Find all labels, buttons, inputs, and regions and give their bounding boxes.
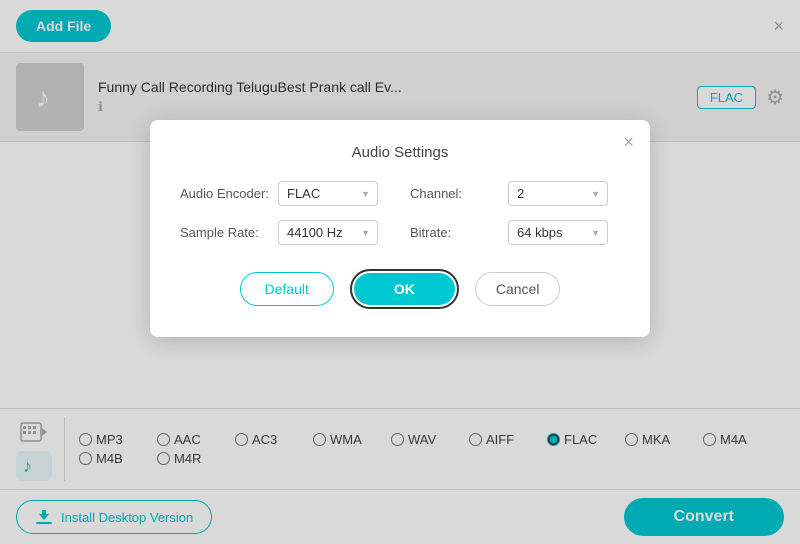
sample-rate-select-wrapper: 44100 Hz	[278, 220, 378, 245]
channel-row: Channel: 2	[410, 181, 620, 206]
channel-select-wrapper: 2	[508, 181, 608, 206]
settings-grid: Audio Encoder: FLAC Channel: 2 Sample	[180, 181, 620, 245]
bitrate-label: Bitrate:	[410, 225, 500, 240]
channel-label: Channel:	[410, 186, 500, 201]
channel-select[interactable]: 2	[508, 181, 608, 206]
default-button[interactable]: Default	[240, 272, 334, 306]
cancel-button[interactable]: Cancel	[475, 272, 561, 306]
audio-encoder-select[interactable]: FLAC	[278, 181, 378, 206]
modal-overlay: × Audio Settings Audio Encoder: FLAC Cha…	[0, 0, 800, 544]
sample-rate-select[interactable]: 44100 Hz	[278, 220, 378, 245]
ok-button-wrapper: OK	[350, 269, 459, 309]
bitrate-row: Bitrate: 64 kbps	[410, 220, 620, 245]
bitrate-select[interactable]: 64 kbps	[508, 220, 608, 245]
sample-rate-label: Sample Rate:	[180, 225, 270, 240]
modal-close-icon[interactable]: ×	[623, 132, 634, 153]
audio-encoder-row: Audio Encoder: FLAC	[180, 181, 390, 206]
sample-rate-row: Sample Rate: 44100 Hz	[180, 220, 390, 245]
audio-settings-modal: × Audio Settings Audio Encoder: FLAC Cha…	[150, 120, 650, 337]
ok-button[interactable]: OK	[354, 273, 455, 305]
audio-encoder-label: Audio Encoder:	[180, 186, 270, 201]
modal-title: Audio Settings	[180, 144, 620, 161]
audio-encoder-select-wrapper: FLAC	[278, 181, 378, 206]
modal-actions: Default OK Cancel	[180, 269, 620, 309]
bitrate-select-wrapper: 64 kbps	[508, 220, 608, 245]
